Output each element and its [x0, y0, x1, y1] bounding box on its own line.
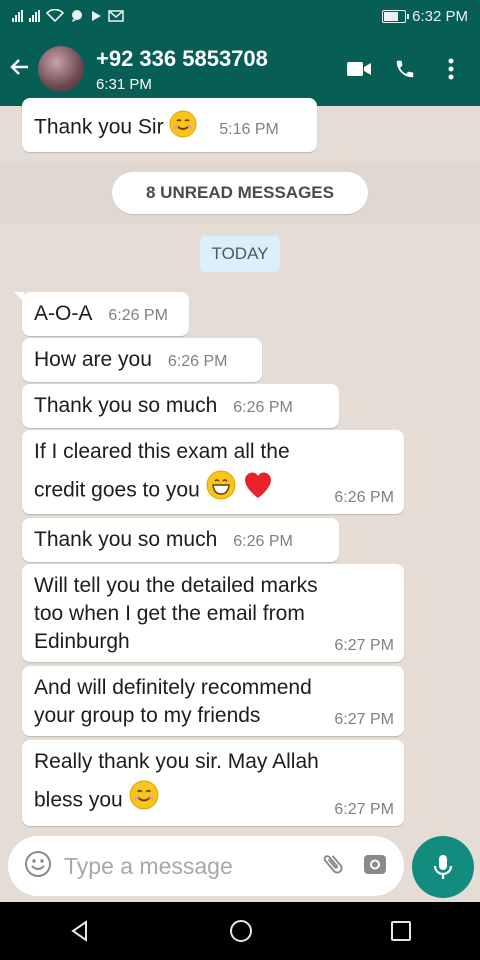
message-bubble[interactable]: Really thank you sir. May Allah bless yo…	[22, 740, 404, 826]
contact-name: +92 336 5853708	[96, 45, 268, 71]
message-bubble[interactable]: If I cleared this exam all the credit go…	[22, 430, 404, 514]
play-icon	[92, 11, 101, 21]
recents-nav-icon[interactable]	[390, 920, 412, 942]
message-bubble[interactable]: A-O-A 6:26 PM	[14, 292, 189, 336]
status-right: 6:32 PM	[382, 8, 468, 25]
more-options-icon[interactable]	[428, 46, 474, 92]
wifi-icon	[46, 9, 64, 23]
message-time: 6:27 PM	[334, 801, 394, 818]
message-input-placeholder[interactable]: Type a message	[64, 853, 320, 880]
unread-messages-banner: 8 UNREAD MESSAGES	[112, 172, 368, 214]
message-bubble[interactable]: Thank you so much 6:26 PM	[22, 518, 339, 562]
message-bubble[interactable]: Thank you so much 6:26 PM	[22, 384, 339, 428]
status-icons	[12, 9, 124, 23]
signal-icon-2	[29, 10, 40, 22]
signal-icon	[12, 10, 23, 22]
avatar[interactable]	[38, 46, 84, 92]
emoji-picker-icon[interactable]	[24, 850, 52, 883]
attachment-icon[interactable]	[320, 851, 346, 882]
message-input-field[interactable]: Type a message	[8, 836, 404, 896]
message-text: How are you	[34, 348, 152, 371]
battery-icon	[382, 9, 410, 23]
back-nav-icon[interactable]	[68, 919, 92, 943]
video-call-icon[interactable]	[336, 46, 382, 92]
message-composer: Type a message	[0, 830, 480, 902]
message-time: 6:26 PM	[233, 533, 293, 550]
red-heart-emoji-icon	[241, 470, 275, 512]
message-text-line: too when I get the email from	[34, 602, 305, 625]
status-bar: 6:32 PM	[0, 0, 480, 32]
message-bubble[interactable]: Thank you Sir 5:16 PM	[22, 98, 317, 152]
message-bubble[interactable]: Will tell you the detailed marks too whe…	[22, 564, 404, 662]
mail-icon	[108, 10, 124, 22]
last-seen: 6:31 PM	[96, 75, 152, 93]
smiling-face-emoji-icon	[169, 110, 197, 146]
system-navigation-bar	[0, 902, 480, 960]
message-time: 6:26 PM	[108, 307, 168, 324]
microphone-icon	[433, 855, 453, 879]
message-time: 6:26 PM	[334, 489, 394, 506]
message-text-line: And will definitely recommend	[34, 676, 312, 699]
message-time: 6:26 PM	[167, 353, 228, 370]
chat-area[interactable]: Thank you Sir 5:16 PM 8 UNREAD MESSAGES …	[0, 98, 480, 830]
message-text-line: Will tell you the detailed marks	[34, 574, 318, 597]
message-text: Thank you so much	[34, 394, 218, 417]
contact-info[interactable]: +92 336 5853708 6:31 PM	[96, 46, 336, 93]
message-bubble[interactable]: And will definitely recommend your group…	[22, 666, 404, 736]
message-time: 6:27 PM	[334, 711, 394, 728]
status-time: 6:32 PM	[412, 7, 468, 25]
message-text: A-O-A	[34, 302, 93, 325]
message-text: Thank you Sir	[34, 115, 164, 139]
message-text-line: If I cleared this exam all the	[34, 440, 290, 463]
message-text: Thank you so much	[34, 528, 218, 551]
chat-bubble-icon	[72, 10, 82, 22]
message-text-line: Really thank you sir. May Allah	[34, 750, 319, 773]
home-nav-icon[interactable]	[228, 918, 254, 944]
voice-call-icon[interactable]	[382, 46, 428, 92]
smiling-face-emoji-icon	[129, 780, 159, 822]
message-time: 6:26 PM	[233, 399, 293, 416]
back-arrow-icon[interactable]	[8, 55, 38, 83]
message-time: 5:16 PM	[219, 120, 279, 138]
message-bubble[interactable]: How are you 6:26 PM	[22, 338, 262, 382]
date-chip: TODAY	[200, 236, 280, 272]
voice-message-button[interactable]	[412, 836, 474, 898]
chat-header: +92 336 5853708 6:31 PM	[0, 32, 480, 106]
message-time: 6:27 PM	[334, 637, 394, 654]
camera-icon[interactable]	[362, 851, 388, 882]
grinning-face-emoji-icon	[206, 470, 236, 512]
